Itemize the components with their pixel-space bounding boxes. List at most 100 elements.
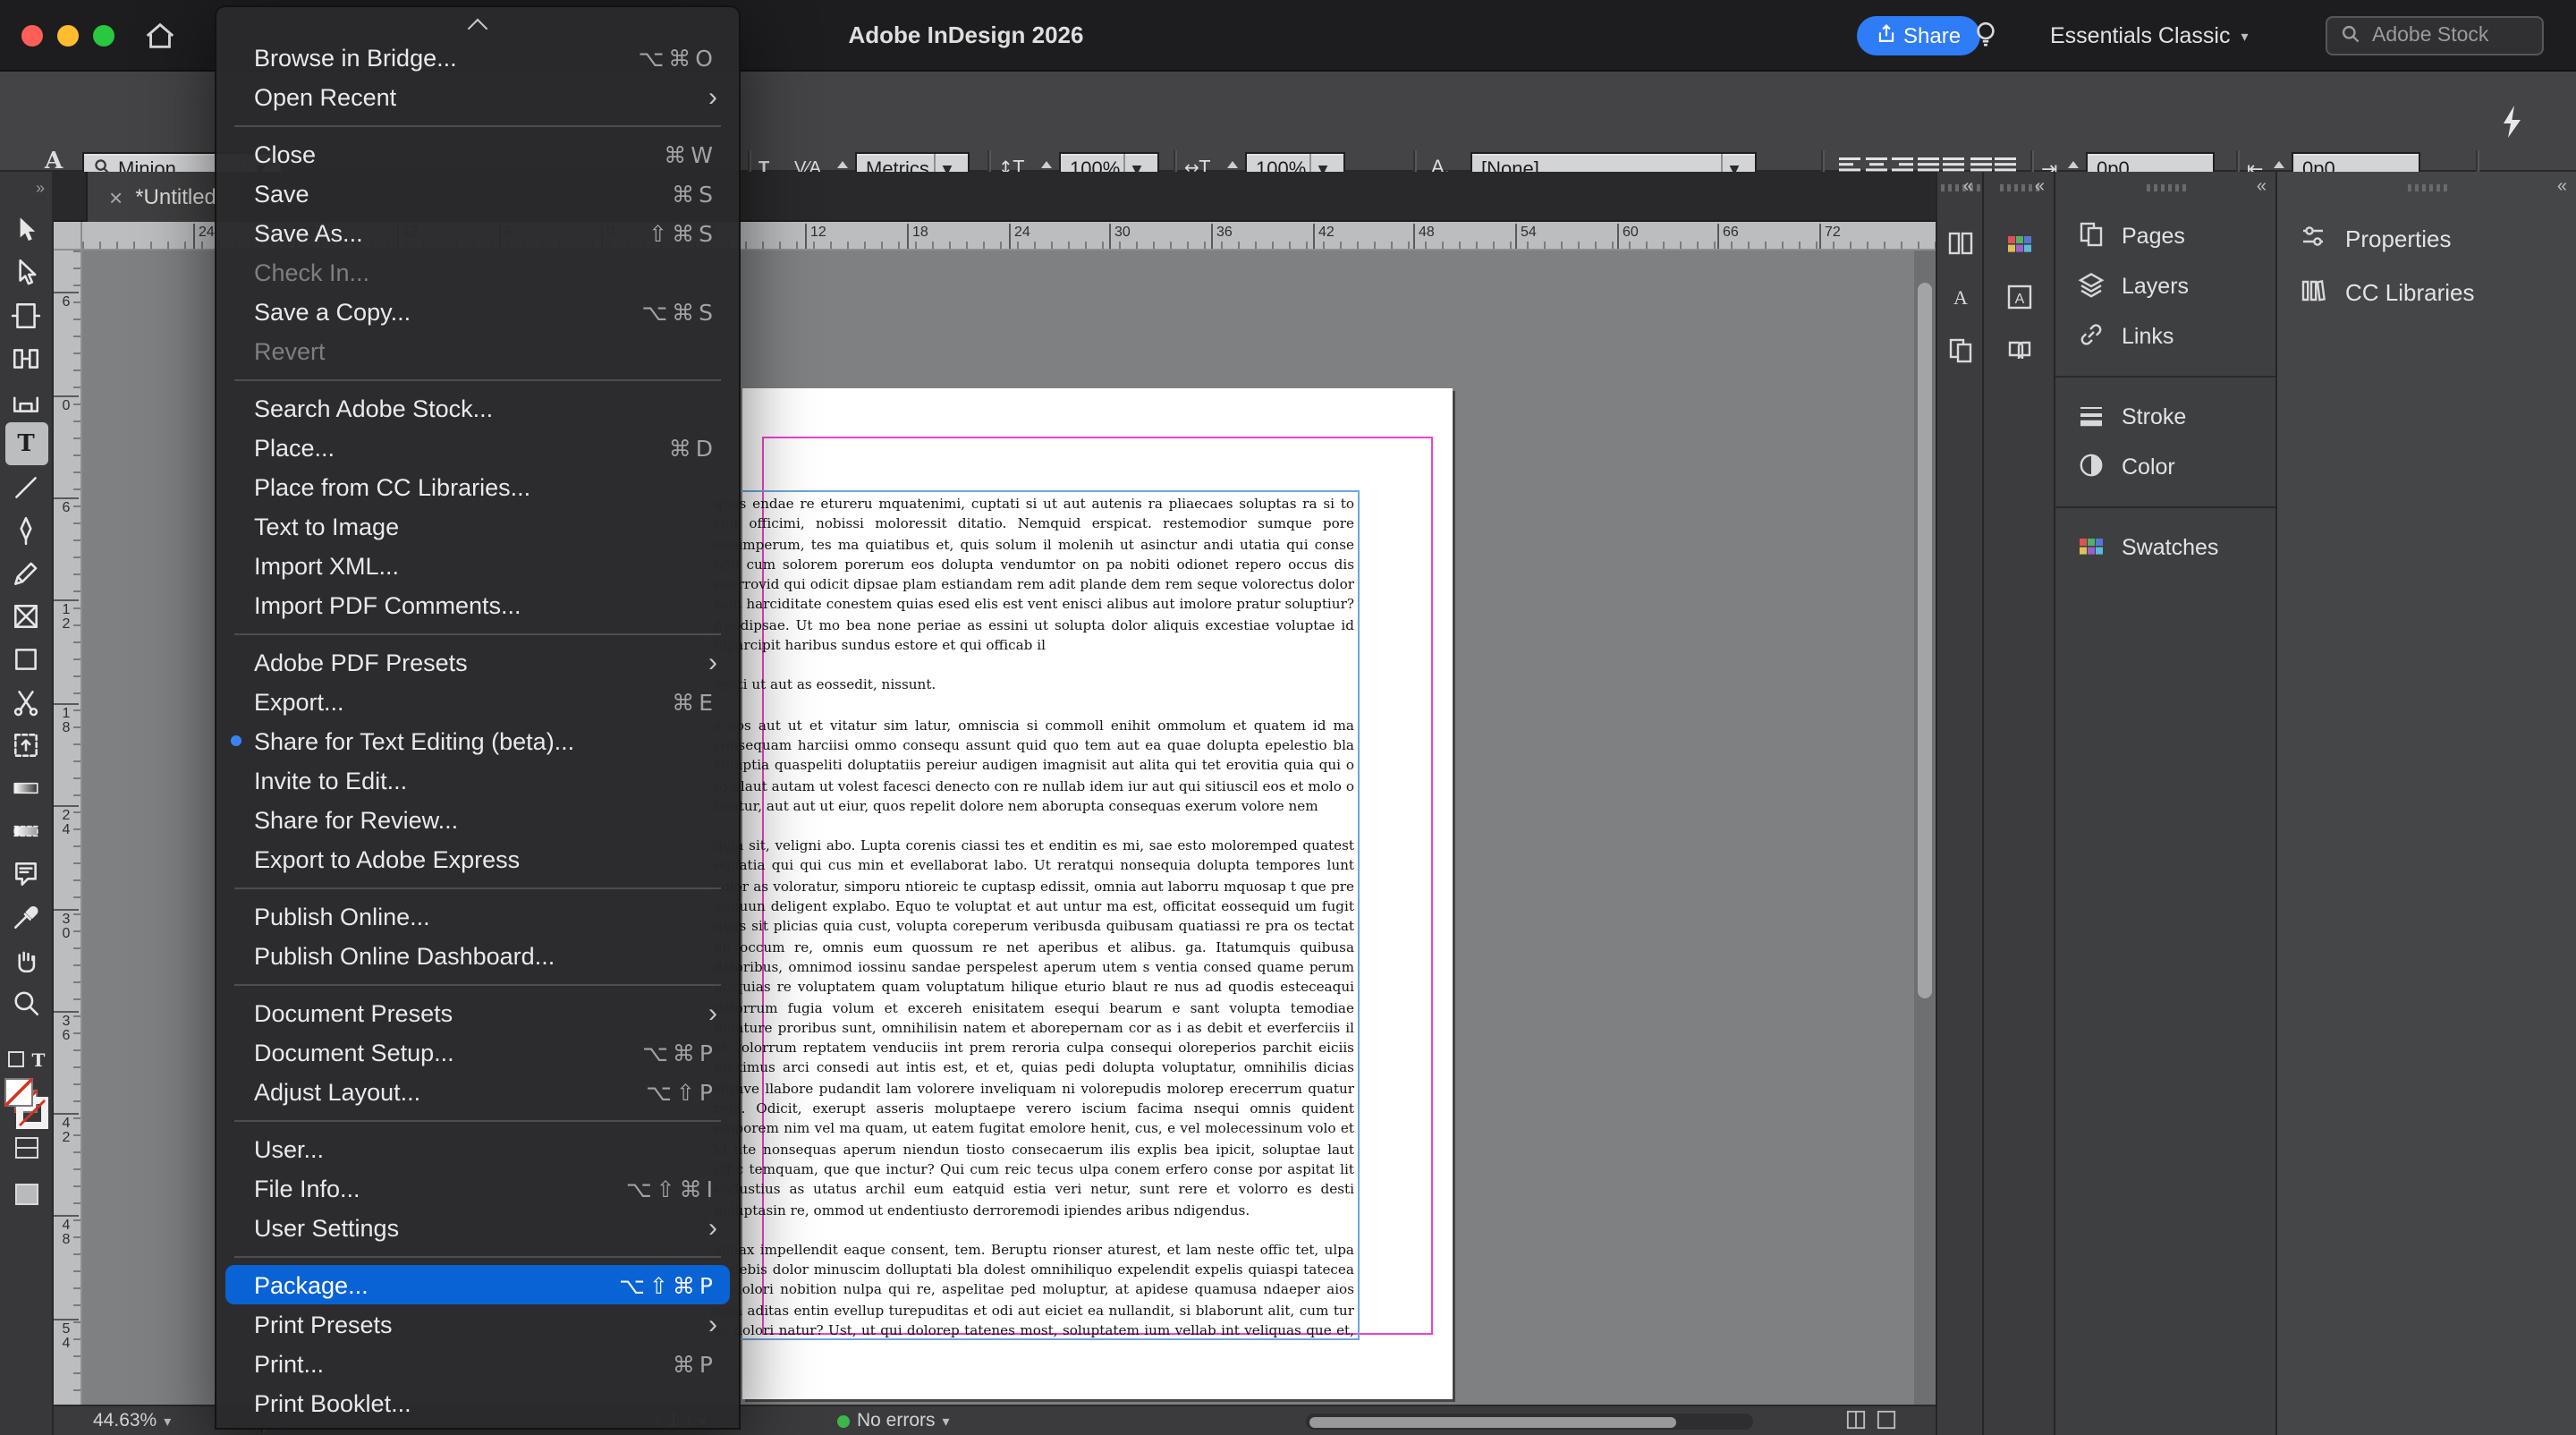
home-icon[interactable] [143,20,177,61]
menu-scroll-up-icon[interactable] [216,13,739,38]
panel-item-pages[interactable]: Pages [2055,211,2275,261]
collapse-dock-icon[interactable]: « [2557,177,2567,197]
page-view-icon[interactable] [1877,1410,1896,1435]
share-button[interactable]: Share [1857,16,1980,55]
collapse-dock-icon[interactable]: « [1963,177,1973,197]
vertical-scrollbar[interactable] [1914,250,1936,1405]
menu-item-file-info[interactable]: File Info...⌥⇧⌘I [216,1168,739,1208]
formatting-affects-text-icon[interactable]: T [32,1051,46,1071]
menu-item-adjust-layout[interactable]: Adjust Layout...⌥⇧P [216,1072,739,1111]
menu-item-share-for-text-editing-beta[interactable]: Share for Text Editing (beta)... [216,721,739,760]
page-tool[interactable] [4,293,47,336]
adobe-stock-search-input[interactable]: Adobe Stock [2326,16,2544,55]
panel-item-swatches[interactable]: Swatches [2055,522,2275,573]
pen-tool[interactable] [4,508,47,551]
pages-panel-icon[interactable] [1938,329,1981,372]
menu-item-place[interactable]: Place...⌘D [216,428,739,467]
scissors-tool[interactable] [4,680,47,723]
zoom-window-button[interactable] [93,25,114,47]
quick-apply-lightning-icon[interactable] [2497,100,2526,152]
menu-item-place-from-cc-libraries[interactable]: Place from CC Libraries... [216,467,739,506]
menu-item-import-xml[interactable]: Import XML... [216,546,739,585]
glyphs-panel-icon[interactable]: A [1997,276,2040,318]
zoom-tool[interactable] [4,981,47,1023]
menu-item-document-setup[interactable]: Document Setup...⌥⌘P [216,1032,739,1072]
direct-selection-tool[interactable] [4,250,47,293]
panel-item-color[interactable]: Color [2055,442,2275,492]
fill-stroke-swatches[interactable] [4,1077,50,1143]
menu-item-save-as[interactable]: Save As...⇧⌘S [216,213,739,252]
free-transform-tool[interactable] [4,723,47,766]
close-tab-icon[interactable]: × [109,183,123,210]
menu-item-open-recent[interactable]: Open Recent› [216,77,739,116]
workspace-switcher[interactable]: Essentials Classic ▾ [2050,0,2249,72]
pencil-tool[interactable] [4,551,47,594]
menu-item-print-presets[interactable]: Print Presets› [216,1304,739,1344]
menu-item-publish-online[interactable]: Publish Online... [216,896,739,936]
menu-item-export[interactable]: Export...⌘E [216,682,739,721]
panel-item-links[interactable]: Links [2055,311,2275,361]
minimize-window-button[interactable] [57,25,79,47]
swatches-panel-icon[interactable] [1997,222,2040,265]
eyedropper-tool[interactable] [4,895,47,938]
menu-item-import-pdf-comments[interactable]: Import PDF Comments... [216,585,739,624]
dock-grip[interactable] [1940,184,1979,191]
lightbulb-icon[interactable] [1971,18,2000,59]
menu-item-print[interactable]: Print...⌘P [216,1344,739,1383]
gradient-swatch-tool[interactable] [4,766,47,809]
menu-item-label: Print Booklet... [254,1389,411,1416]
menu-item-save[interactable]: Save⌘S [216,174,739,213]
type-tool[interactable]: T [4,422,47,465]
columns-panel-icon[interactable] [1938,222,1981,265]
dock-grip[interactable] [2407,184,2446,191]
panel-item-properties[interactable]: Properties [2277,211,2576,265]
menu-item-search-adobe-stock[interactable]: Search Adobe Stock... [216,388,739,428]
dock-grip[interactable] [2146,184,2185,191]
line-tool[interactable] [4,465,47,508]
selection-tool[interactable] [4,208,47,250]
collapse-dock-icon[interactable]: « [2035,177,2045,197]
split-view-icon[interactable] [1846,1410,1866,1435]
ruler-corner[interactable] [54,222,82,250]
menu-item-close[interactable]: Close⌘W [216,134,739,174]
panel-item-stroke[interactable]: Stroke [2055,392,2275,442]
collapse-dock-icon[interactable]: « [2257,177,2267,197]
gradient-feather-tool[interactable] [4,809,47,852]
menu-item-save-a-copy[interactable]: Save a Copy...⌥⌘S [216,292,739,331]
rectangle-tool[interactable] [4,637,47,680]
ruler-number: 54 [1515,224,1537,249]
books-panel-icon[interactable] [1997,329,2040,372]
formatting-affects-container-icon[interactable] [7,1045,25,1077]
menu-item-user[interactable]: User... [216,1129,739,1168]
text-frame[interactable]: quas endae re etureru mquatenimi, cuptat… [708,490,1360,1340]
tools-panel-collapse-icon[interactable]: » [0,172,52,208]
vertical-ruler[interactable]: 6061 21 82 43 03 64 24 85 4 [54,250,82,1405]
content-collector-tool[interactable] [4,379,47,422]
panel-item-layers[interactable]: Layers [2055,261,2275,311]
menu-item-browse-in-bridge[interactable]: Browse in Bridge...⌥⌘O [216,38,739,77]
horizontal-scrollbar[interactable] [1306,1414,1753,1430]
menu-item-publish-online-dashboard[interactable]: Publish Online Dashboard... [216,936,739,975]
menu-item-document-presets[interactable]: Document Presets› [216,993,739,1032]
menu-item-invite-to-edit[interactable]: Invite to Edit... [216,760,739,800]
menu-item-text-to-image[interactable]: Text to Image [216,506,739,546]
close-window-button[interactable] [21,25,43,47]
menu-item-share-for-review[interactable]: Share for Review... [216,800,739,839]
preflight-status[interactable]: No errors ▾ [837,1410,950,1431]
note-tool[interactable] [4,852,47,895]
character-styles-panel-icon[interactable]: A [1938,276,1981,318]
horizontal-scrollbar-thumb[interactable] [1309,1416,1676,1427]
menu-item-print-booklet[interactable]: Print Booklet... [216,1383,739,1422]
dock-grip[interactable] [1999,184,2038,191]
vertical-scrollbar-thumb[interactable] [1918,283,1932,998]
menu-item-export-to-adobe-express[interactable]: Export to Adobe Express [216,839,739,879]
zoom-level-dropdown[interactable]: 44.63%▾ [93,1410,171,1431]
hand-tool[interactable] [4,938,47,981]
menu-item-package[interactable]: Package...⌥⇧⌘P [225,1265,730,1304]
menu-item-adobe-pdf-presets[interactable]: Adobe PDF Presets› [216,642,739,682]
rectangle-frame-tool[interactable] [4,594,47,637]
panel-item-cc-libraries[interactable]: CC Libraries [2277,265,2576,318]
gap-tool[interactable] [4,336,47,379]
menu-item-user-settings[interactable]: User Settings› [216,1208,739,1247]
screen-mode-button[interactable] [13,1183,38,1215]
